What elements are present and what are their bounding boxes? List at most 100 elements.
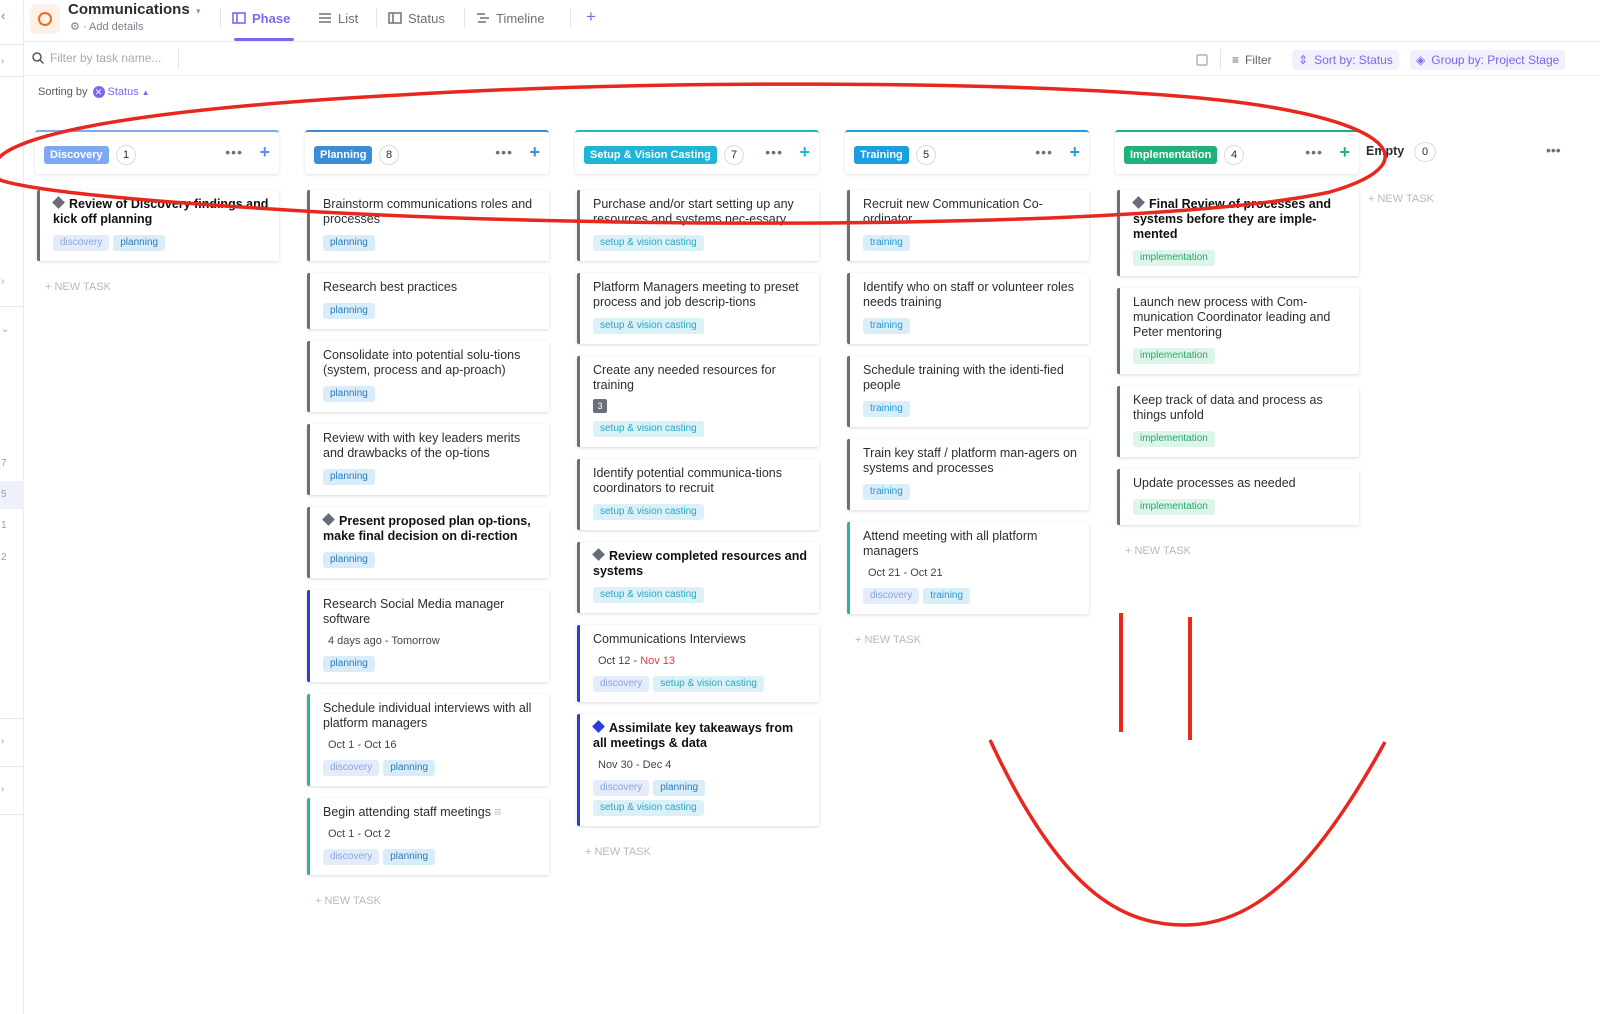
group-by-button[interactable]: ◈ Group by: Project Stage: [1410, 50, 1566, 70]
task-card[interactable]: Brainstorm communications roles and proc…: [307, 190, 549, 261]
task-card[interactable]: Assimilate key takeaways from all meetin…: [577, 714, 819, 826]
chevron-icon[interactable]: ›: [0, 56, 24, 67]
column-title-badge[interactable]: Discovery: [44, 146, 109, 164]
tag-planning[interactable]: planning: [323, 656, 375, 672]
tag-implementation[interactable]: implementation: [1133, 348, 1215, 364]
space-icon[interactable]: [30, 4, 60, 34]
task-card[interactable]: Research best practices planning: [307, 273, 549, 329]
tag-planning[interactable]: planning: [653, 780, 706, 796]
add-task-icon[interactable]: +: [529, 142, 540, 163]
tag-training[interactable]: training: [863, 235, 910, 251]
chevron-down-icon[interactable]: ▾: [196, 6, 201, 17]
task-card[interactable]: Begin attending staff meetings ≡ Oct 1 - …: [307, 798, 549, 875]
tag-planning[interactable]: planning: [323, 235, 375, 251]
collapse-icon[interactable]: ‹: [0, 8, 24, 23]
task-dates[interactable]: Oct 21 - Oct 21: [868, 567, 943, 579]
tag-discovery[interactable]: discovery: [323, 849, 380, 865]
task-card[interactable]: Research Social Media manager software 4 …: [307, 590, 549, 682]
tab-phase[interactable]: Phase: [232, 8, 290, 28]
subtask-count-badge[interactable]: 3: [593, 399, 607, 413]
save-view-icon[interactable]: [1196, 50, 1208, 70]
task-card[interactable]: Consolidate into potential solu-tions (s…: [307, 341, 549, 412]
tag-setup-vision-casting[interactable]: setup & vision casting: [593, 421, 704, 437]
task-card[interactable]: Platform Managers meeting to preset proc…: [577, 273, 819, 344]
add-task-icon[interactable]: +: [259, 142, 270, 163]
close-icon[interactable]: ✕: [92, 86, 105, 98]
tag-discovery[interactable]: discovery: [863, 588, 920, 604]
expand-icon[interactable]: ›: [0, 784, 24, 795]
tab-timeline[interactable]: Timeline: [476, 8, 545, 28]
tag-setup-vision-casting[interactable]: setup & vision casting: [593, 318, 704, 334]
task-card[interactable]: Recruit new Communication Co-ordinator tr…: [847, 190, 1089, 261]
tag-implementation[interactable]: implementation: [1133, 250, 1215, 266]
tag-implementation[interactable]: implementation: [1133, 431, 1215, 447]
search-input[interactable]: Filter by task name...: [50, 51, 161, 65]
more-options-icon[interactable]: •••: [1546, 142, 1561, 158]
expand-icon[interactable]: ›: [0, 736, 24, 747]
expand-icon[interactable]: ›: [0, 276, 24, 287]
sort-button[interactable]: ⇕ Sort by: Status: [1292, 50, 1399, 70]
column-title-badge[interactable]: Setup & Vision Casting: [584, 146, 717, 164]
task-card[interactable]: Identify potential communica-tions coord…: [577, 459, 819, 530]
task-card[interactable]: Review with with key leaders merits and …: [307, 424, 549, 495]
more-options-icon[interactable]: •••: [225, 144, 243, 160]
task-card[interactable]: Review of Discovery findings and kick of…: [37, 190, 279, 261]
search-bar[interactable]: Filter by task name...: [32, 51, 161, 65]
task-dates[interactable]: Nov 30 - Dec 4: [598, 759, 671, 771]
task-card[interactable]: Schedule training with the identi-fied p…: [847, 356, 1089, 427]
tag-planning[interactable]: planning: [323, 386, 375, 402]
tag-implementation[interactable]: implementation: [1133, 499, 1215, 515]
task-card[interactable]: Communications Interviews Oct 12 - Nov 13…: [577, 625, 819, 702]
more-options-icon[interactable]: •••: [1305, 144, 1323, 160]
add-view-button[interactable]: +: [586, 7, 596, 27]
tag-planning[interactable]: planning: [323, 469, 375, 485]
more-options-icon[interactable]: •••: [1035, 144, 1053, 160]
tab-list[interactable]: List: [318, 8, 358, 28]
tag-discovery[interactable]: discovery: [323, 760, 380, 776]
task-card[interactable]: Keep track of data and process as things…: [1117, 386, 1359, 457]
new-task-button[interactable]: + NEW TASK: [1368, 193, 1434, 205]
filter-button[interactable]: ≡ Filter: [1232, 50, 1272, 70]
new-task-button[interactable]: + NEW TASK: [585, 846, 651, 858]
add-task-icon[interactable]: +: [799, 142, 810, 163]
tag-setup-vision-casting[interactable]: setup & vision casting: [593, 235, 704, 251]
task-card[interactable]: Create any needed resources for training…: [577, 356, 819, 447]
tag-planning[interactable]: planning: [323, 552, 375, 568]
column-title-badge[interactable]: Implementation: [1124, 146, 1218, 164]
tag-setup-vision-casting[interactable]: setup & vision casting: [653, 676, 764, 692]
task-dates[interactable]: 4 days ago - Tomorrow: [328, 635, 440, 647]
task-card[interactable]: Schedule individual interviews with all …: [307, 694, 549, 786]
task-card[interactable]: Present proposed plan op-tions, make fin…: [307, 507, 549, 578]
add-details-link[interactable]: ⚙ · Add details: [70, 20, 143, 33]
task-card[interactable]: Attend meeting with all platform manager…: [847, 522, 1089, 614]
tag-planning[interactable]: planning: [113, 235, 166, 251]
new-task-button[interactable]: + NEW TASK: [45, 281, 111, 293]
tag-training[interactable]: training: [863, 401, 910, 417]
tag-planning[interactable]: planning: [383, 760, 436, 776]
more-options-icon[interactable]: •••: [495, 144, 513, 160]
task-dates[interactable]: Oct 1 - Oct 16: [328, 739, 396, 751]
chevron-down-icon[interactable]: ⌄: [0, 324, 24, 335]
tag-training[interactable]: training: [923, 588, 971, 604]
more-options-icon[interactable]: •••: [765, 144, 783, 160]
tag-discovery[interactable]: discovery: [53, 235, 110, 251]
page-title[interactable]: Communications: [68, 1, 190, 18]
tag-setup-vision-casting[interactable]: setup & vision casting: [593, 800, 704, 816]
task-card[interactable]: Train key staff / platform man-agers on …: [847, 439, 1089, 510]
column-title-badge[interactable]: Training: [854, 146, 909, 164]
task-card[interactable]: Final Review of processes and systems be…: [1117, 190, 1359, 276]
new-task-button[interactable]: + NEW TASK: [855, 634, 921, 646]
tag-discovery[interactable]: discovery: [593, 780, 650, 796]
add-task-icon[interactable]: +: [1069, 142, 1080, 163]
tag-training[interactable]: training: [863, 484, 910, 500]
tag-discovery[interactable]: discovery: [593, 676, 650, 692]
tag-setup-vision-casting[interactable]: setup & vision casting: [593, 587, 704, 603]
task-card[interactable]: Purchase and/or start setting up any res…: [577, 190, 819, 261]
task-dates[interactable]: Oct 1 - Oct 2: [328, 828, 390, 840]
task-card[interactable]: Launch new process with Com-munication C…: [1117, 288, 1359, 374]
tag-training[interactable]: training: [863, 318, 910, 334]
sort-chip[interactable]: ✕ Status ▲: [92, 86, 150, 98]
new-task-button[interactable]: + NEW TASK: [315, 895, 381, 907]
tag-planning[interactable]: planning: [323, 303, 375, 319]
new-task-button[interactable]: + NEW TASK: [1125, 545, 1191, 557]
